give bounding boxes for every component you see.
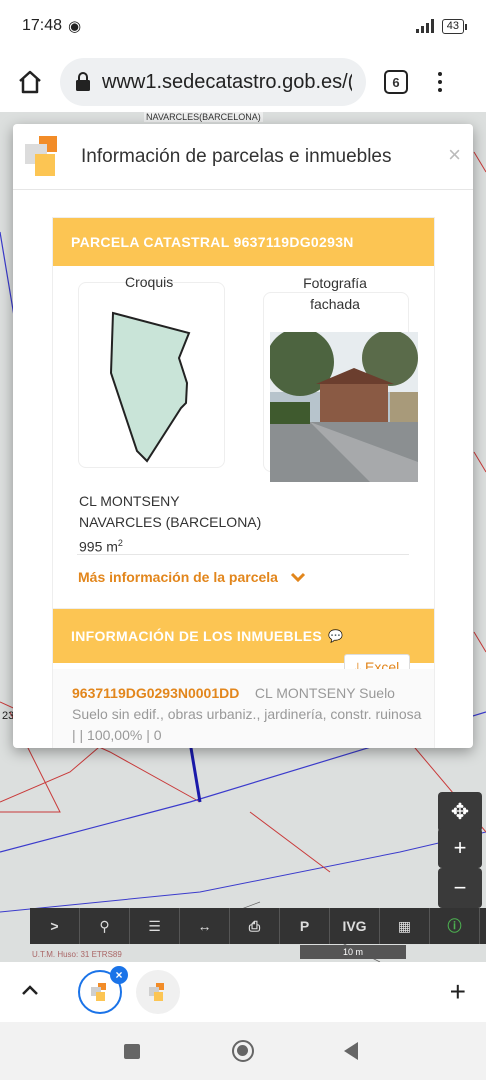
print-icon: ⎙ xyxy=(248,917,261,934)
expand-tool-button[interactable]: > xyxy=(30,908,80,944)
zoom-in-button[interactable]: + xyxy=(438,828,482,868)
parcel-info-dialog: Información de parcelas e inmuebles × PA… xyxy=(13,124,473,748)
inmueble-desc: Suelo sin edif., obras urbaniz., jardine… xyxy=(72,706,422,722)
tab-switcher-button[interactable]: 6 xyxy=(384,70,408,94)
tab-thumbnail-active[interactable]: × xyxy=(78,966,128,1014)
lock-icon xyxy=(76,72,90,91)
inmuebles-header-text: INFORMACIÓN DE LOS INMUEBLES xyxy=(71,628,323,644)
browser-toolbar: www1.sedecatastro.gob.es/( 6 xyxy=(0,52,486,112)
browser-tab-strip: × + xyxy=(0,962,486,1022)
photo-title: Fotografía fachada xyxy=(275,273,395,315)
inmueble-meta: | | 100,00% | 0 xyxy=(72,727,162,743)
address-street: CL MONTSENY xyxy=(79,493,180,509)
expand-tabs-button[interactable] xyxy=(20,982,40,998)
photo-label-2: fachada xyxy=(310,296,360,312)
facade-photo[interactable] xyxy=(270,332,418,482)
browser-menu-button[interactable] xyxy=(430,72,450,92)
inmuebles-panel: INFORMACIÓN DE LOS INMUEBLES 💬 ⤓ Excel 9… xyxy=(52,608,435,748)
zoom-out-button[interactable]: − xyxy=(438,868,482,908)
catastro-favicon xyxy=(149,983,167,1001)
layers-tool-button[interactable]: ☰ xyxy=(130,908,180,944)
layers-icon: ☰ xyxy=(148,917,161,934)
new-tab-button[interactable]: + xyxy=(450,976,466,1008)
blocks-tool-button[interactable]: ▦ xyxy=(380,908,430,944)
catastro-logo xyxy=(25,136,67,180)
chevron-down-icon xyxy=(290,572,306,582)
status-time: 17:48 xyxy=(22,17,63,34)
locate-button[interactable]: ✥ xyxy=(438,792,482,832)
close-icon[interactable]: × xyxy=(448,142,461,168)
url-bar[interactable]: www1.sedecatastro.gob.es/( xyxy=(60,58,366,106)
tab-thumbnail[interactable] xyxy=(136,970,180,1014)
info-icon: ⓘ xyxy=(447,918,462,934)
more-parcel-info-link[interactable]: Más información de la parcela xyxy=(78,569,306,585)
measure-icon: ↔ xyxy=(197,918,212,934)
chevron-right-icon: > xyxy=(50,918,59,934)
crosshair-icon: ✥ xyxy=(450,799,470,824)
battery-icon: 43 xyxy=(441,18,468,34)
dialog-title: Información de parcelas e inmuebles xyxy=(81,145,392,167)
blocks-icon: ▦ xyxy=(397,917,412,934)
inmueble-address: CL MONTSENY Suelo xyxy=(254,685,395,701)
search-icon: ⚲ xyxy=(99,917,110,934)
search-tool-button[interactable]: ⚲ xyxy=(80,908,130,944)
info-tool-button[interactable]: ⓘ xyxy=(430,908,480,944)
home-nav-button[interactable] xyxy=(232,1040,254,1062)
photo-label-1: Fotografía xyxy=(303,275,367,291)
status-bar: 17:48 ◉ 43 xyxy=(0,0,486,52)
scale-bar: 10 m xyxy=(300,945,406,959)
parcel-tool-button[interactable]: P xyxy=(280,908,330,944)
catastro-favicon xyxy=(91,983,109,1001)
inmueble-ref[interactable]: 9637119DG0293N0001DD xyxy=(72,685,239,701)
croquis-label: Croquis xyxy=(125,274,174,290)
home-button[interactable] xyxy=(10,62,50,102)
parcel-icon: P xyxy=(299,918,310,934)
more-info-label: Más información de la parcela xyxy=(78,569,278,585)
facade-photo-image xyxy=(270,332,418,482)
parcel-sketch xyxy=(109,311,191,463)
ivg-tool-button[interactable]: IVG xyxy=(330,908,380,944)
ivg-label: IVG xyxy=(342,918,367,934)
inmueble-text: 9637119DG0293N0001DD CL MONTSENY Suelo S… xyxy=(72,683,422,746)
close-tab-icon[interactable]: × xyxy=(110,966,128,984)
back-button[interactable] xyxy=(344,1042,358,1060)
print-tool-button[interactable]: ⎙ xyxy=(230,908,280,944)
status-icons: 43 xyxy=(415,18,468,34)
croquis-frame xyxy=(78,282,225,468)
measure-tool-button[interactable]: ↔ xyxy=(180,908,230,944)
recents-button[interactable] xyxy=(124,1044,140,1059)
utm-label: U.T.M. Huso: 31 ETRS89 xyxy=(32,950,122,959)
url-text: www1.sedecatastro.gob.es/( xyxy=(102,70,352,93)
parcel-panel: PARCELA CATASTRAL 9637119DG0293N Croquis… xyxy=(52,217,435,609)
comment-icon: 💬 xyxy=(328,629,344,643)
address-town: NAVARCLES (BARCELONA) xyxy=(79,514,262,530)
parcel-header: PARCELA CATASTRAL 9637119DG0293N xyxy=(53,218,434,266)
signal-icon xyxy=(415,19,434,33)
headset-icon: ◉ xyxy=(68,18,82,35)
parcel-address: CL MONTSENY NAVARCLES (BARCELONA) 995 m2 xyxy=(79,491,261,558)
inmueble-row[interactable]: 9637119DG0293N0001DD CL MONTSENY Suelo S… xyxy=(53,669,434,748)
map-location-label: NAVARCLES(BARCELONA) xyxy=(144,112,263,122)
home-icon xyxy=(19,70,41,94)
system-nav-bar xyxy=(0,1022,486,1080)
divider xyxy=(77,554,409,555)
map-toolbar: > ⚲ ☰ ↔ ⎙ P IVG ▦ ⓘ xyxy=(30,908,486,944)
dialog-header: Información de parcelas e inmuebles × xyxy=(13,124,473,190)
